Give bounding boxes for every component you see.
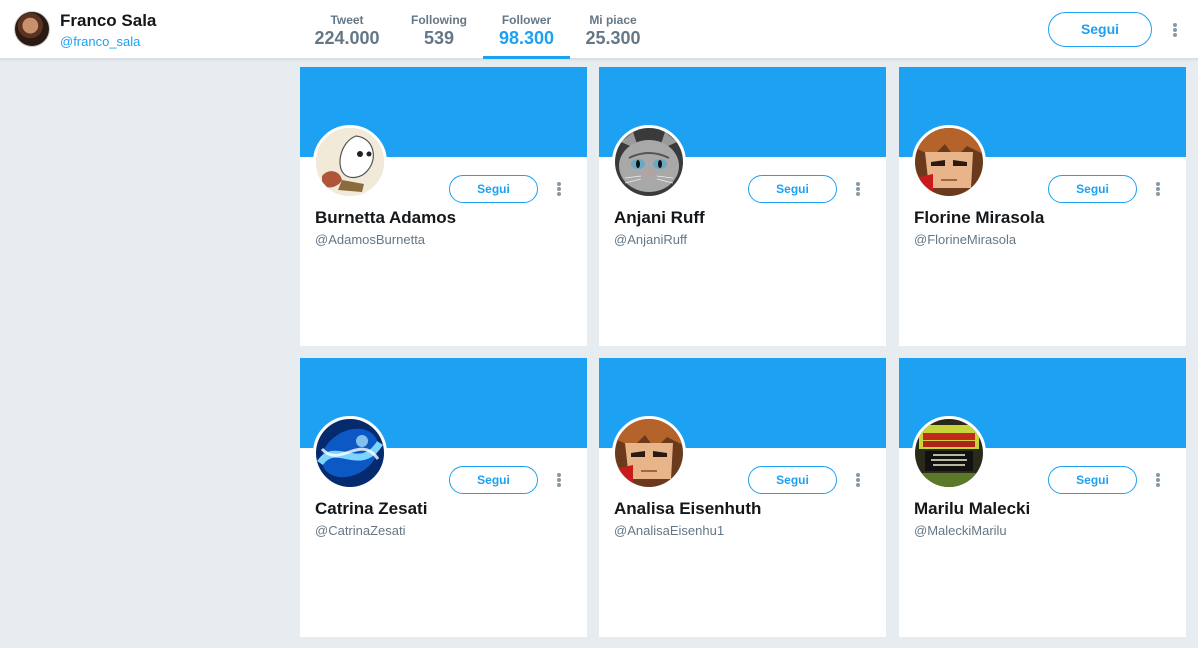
stat-follower[interactable]: Follower 98.300 <box>483 0 570 59</box>
stat-following[interactable]: Following 539 <box>402 0 476 59</box>
stat-value: 539 <box>423 28 455 48</box>
cat-avatar[interactable] <box>612 125 686 199</box>
follower-name[interactable]: Analisa Eisenhuth <box>614 499 761 519</box>
more-options-icon[interactable] <box>855 472 861 488</box>
profile-avatar[interactable] <box>14 11 50 47</box>
follower-handle[interactable]: @AnalisaEisenhu1 <box>614 523 724 538</box>
profile-name[interactable]: Franco Sala <box>60 11 156 31</box>
more-options-icon[interactable] <box>1155 181 1161 197</box>
follower-card[interactable]: Segui Analisa Eisenhuth @AnalisaEisenhu1 <box>599 358 886 637</box>
profile-header-bar: Franco Sala @franco_sala Tweet 224.000 F… <box>0 0 1198 59</box>
more-options-icon[interactable] <box>855 181 861 197</box>
stat-label: Follower <box>501 13 552 27</box>
more-options-icon[interactable] <box>556 472 562 488</box>
follower-name[interactable]: Anjani Ruff <box>614 208 705 228</box>
follow-button[interactable]: Segui <box>748 466 837 494</box>
chinese-restaurant-sign-avatar[interactable] <box>912 416 986 490</box>
follow-button[interactable]: Segui <box>748 175 837 203</box>
follow-button[interactable]: Segui <box>1048 175 1137 203</box>
stat-tweet[interactable]: Tweet 224.000 <box>306 0 388 59</box>
follow-button[interactable]: Segui <box>449 175 538 203</box>
follow-button[interactable]: Segui <box>449 466 538 494</box>
follower-handle[interactable]: @MaleckiMarilu <box>914 523 1007 538</box>
stat-value: 98.300 <box>498 28 555 48</box>
follower-handle[interactable]: @FlorineMirasola <box>914 232 1016 247</box>
stat-label: Tweet <box>330 13 364 27</box>
blue-abstract-avatar[interactable] <box>313 416 387 490</box>
anime-character-avatar[interactable] <box>612 416 686 490</box>
stat-label: Following <box>411 13 467 27</box>
more-options-icon[interactable] <box>556 181 562 197</box>
follower-handle[interactable]: @CatrinaZesati <box>315 523 406 538</box>
stat-value: 224.000 <box>314 28 380 48</box>
follower-card[interactable]: Segui Marilu Malecki @MaleckiMarilu <box>899 358 1186 637</box>
follow-button[interactable]: Segui <box>1048 466 1137 494</box>
follower-name[interactable]: Catrina Zesati <box>315 499 427 519</box>
follower-handle[interactable]: @AnjaniRuff <box>614 232 687 247</box>
follower-name[interactable]: Florine Mirasola <box>914 208 1044 228</box>
anime-character-avatar[interactable] <box>912 125 986 199</box>
follower-name[interactable]: Burnetta Adamos <box>315 208 456 228</box>
stat-likes[interactable]: Mi piace 25.300 <box>578 0 648 59</box>
stat-value: 25.300 <box>585 28 641 48</box>
follower-card[interactable]: Segui Catrina Zesati @CatrinaZesati <box>300 358 587 637</box>
follower-handle[interactable]: @AdamosBurnetta <box>315 232 425 247</box>
follower-card[interactable]: Segui Florine Mirasola @FlorineMirasola <box>899 67 1186 346</box>
follow-button[interactable]: Segui <box>1048 12 1152 47</box>
profile-summary[interactable]: Franco Sala @franco_sala <box>14 11 214 49</box>
profile-handle[interactable]: @franco_sala <box>60 34 140 49</box>
follower-name[interactable]: Marilu Malecki <box>914 499 1030 519</box>
cartoon-ghost-avatar[interactable] <box>313 125 387 199</box>
stat-label: Mi piace <box>589 13 637 27</box>
more-options-icon[interactable] <box>1172 22 1178 38</box>
more-options-icon[interactable] <box>1155 472 1161 488</box>
follower-card[interactable]: Segui Burnetta Adamos @AdamosBurnetta <box>300 67 587 346</box>
follower-card[interactable]: Segui Anjani Ruff @AnjaniRuff <box>599 67 886 346</box>
